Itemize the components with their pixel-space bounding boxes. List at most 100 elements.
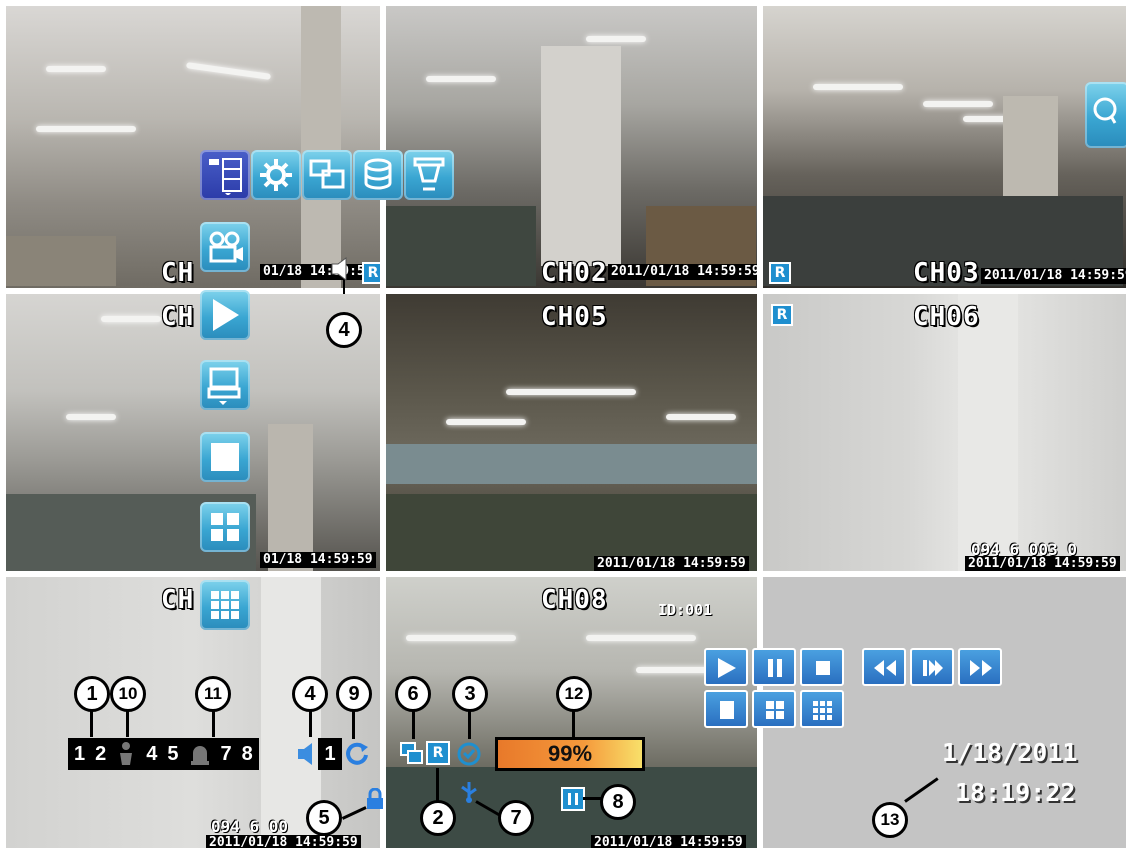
stop-icon xyxy=(816,661,830,675)
camera-grid: CH 01/18 14:59:59 R CH02 2011/01/18 14:5… xyxy=(0,0,1129,851)
callout-leader xyxy=(436,768,439,802)
ceiling-light xyxy=(46,66,106,72)
ceiling-light xyxy=(666,414,736,420)
alarm-bell-icon xyxy=(190,746,209,765)
callout-1: 1 xyxy=(74,676,110,712)
play-icon xyxy=(718,658,736,678)
quad-view-icon xyxy=(211,513,239,541)
menu-camera-button[interactable] xyxy=(200,222,250,272)
callout-3: 3 xyxy=(452,676,488,712)
quad-view-icon xyxy=(766,701,784,719)
callout-leader xyxy=(343,280,345,294)
audio-channel: 1 xyxy=(318,738,342,770)
callout-4: 4 xyxy=(292,676,328,712)
display-icon xyxy=(309,159,345,189)
desk xyxy=(386,206,536,286)
backup-icon xyxy=(207,367,241,405)
timestamp: 2011/01/18 14:59:59 xyxy=(981,268,1126,284)
record-badge: R xyxy=(426,741,450,765)
callout-11: 11 xyxy=(195,676,231,712)
callout-8: 8 xyxy=(600,784,636,820)
search-button[interactable] xyxy=(1085,82,1126,148)
window-row xyxy=(386,444,757,484)
menu-system-button[interactable] xyxy=(200,150,250,200)
pause-button[interactable] xyxy=(752,648,796,686)
video-camera-icon xyxy=(209,231,243,263)
ceiling-light xyxy=(426,76,496,82)
menu-single-view-button[interactable] xyxy=(200,432,250,482)
ceiling-light xyxy=(586,36,646,42)
callout-5: 5 xyxy=(306,800,342,836)
stop-button[interactable] xyxy=(800,648,844,686)
channel-label: CH xyxy=(161,585,195,615)
menu-backup-button[interactable] xyxy=(200,360,250,410)
record-badge: R xyxy=(771,304,793,326)
clock-date: 1/18/2011 xyxy=(942,738,1078,767)
desk xyxy=(6,236,116,286)
sequence-refresh-icon xyxy=(346,742,368,765)
ceiling-light xyxy=(185,62,272,80)
channel-label: CH xyxy=(161,302,195,332)
camera-tile-6[interactable]: R CH06 094 6 003 0 2011/01/18 14:59:59 xyxy=(760,291,1129,574)
channel-status-5: 5 xyxy=(167,742,179,765)
channel-status-2: 2 xyxy=(95,742,107,765)
playback-nine-view-button[interactable] xyxy=(800,690,844,728)
channel-status-8: 8 xyxy=(241,742,253,765)
ceiling-light xyxy=(36,126,136,132)
motion-person-icon xyxy=(120,742,133,765)
ceiling-light xyxy=(101,316,161,322)
backup-progress-text: 99% xyxy=(547,741,593,766)
menu-playback-button[interactable] xyxy=(200,290,250,340)
timestamp: 2011/01/18 14:59:59 xyxy=(608,264,757,280)
ceiling-light xyxy=(446,419,526,425)
play-button[interactable] xyxy=(704,648,748,686)
channel-label: CH xyxy=(161,258,195,288)
menu-ptz-button[interactable] xyxy=(404,150,454,200)
rewind-button[interactable] xyxy=(862,648,906,686)
schedule-clock-icon xyxy=(457,742,481,766)
camera-tile-1[interactable]: CH 01/18 14:59:59 R xyxy=(3,3,383,291)
pillar xyxy=(541,46,621,266)
fast-forward-icon xyxy=(970,660,992,676)
rewind-icon xyxy=(874,660,896,676)
record-badge: R xyxy=(362,262,380,284)
channel-status-1: 1 xyxy=(74,742,86,765)
channel-label: CH06 xyxy=(913,302,980,332)
timestamp: 2011/01/18 14:59:59 xyxy=(594,556,749,571)
ceiling-light xyxy=(506,389,636,395)
audio-speaker-icon xyxy=(298,743,312,765)
callout-9: 9 xyxy=(336,676,372,712)
lock-icon xyxy=(367,788,383,809)
callout-13: 13 xyxy=(872,802,908,838)
callout-12: 12 xyxy=(556,676,592,712)
playback-quad-view-button[interactable] xyxy=(752,690,796,728)
pause-status-icon xyxy=(561,787,585,811)
camera-tile-5[interactable]: CH05 2011/01/18 14:59:59 xyxy=(383,291,760,574)
ceiling-light xyxy=(406,635,516,641)
menu-display-button[interactable] xyxy=(302,150,352,200)
camera-tile-2[interactable]: CH02 2011/01/18 14:59:59 xyxy=(383,3,760,291)
menu-quad-view-button[interactable] xyxy=(200,502,250,552)
ceiling-light xyxy=(923,101,993,107)
playback-single-view-button[interactable] xyxy=(704,690,748,728)
timestamp: 2011/01/18 14:59:59 xyxy=(965,556,1120,571)
playback-icon xyxy=(213,299,239,331)
record-badge: R xyxy=(769,262,791,284)
channel-label: CH08 xyxy=(541,585,608,615)
step-forward-icon xyxy=(923,660,943,676)
step-forward-button[interactable] xyxy=(910,648,954,686)
timestamp: 2011/01/18 14:59:59 xyxy=(206,835,361,848)
backup-progress-bar: 99% xyxy=(495,737,645,771)
menu-storage-button[interactable] xyxy=(353,150,403,200)
ceiling-light xyxy=(813,84,903,90)
channel-status-4: 4 xyxy=(146,742,158,765)
menu-nine-view-button[interactable] xyxy=(200,580,250,630)
callout-7: 7 xyxy=(498,800,534,836)
menu-settings-button[interactable] xyxy=(251,150,301,200)
channel-status-strip: 1 2 4 5 7 8 xyxy=(68,738,259,770)
camera-tile-3[interactable]: R CH03 2011/01/18 14:59:59 xyxy=(760,3,1129,291)
nine-view-icon xyxy=(211,591,239,619)
clock-time: 18:19:22 xyxy=(955,778,1076,807)
ceiling-light xyxy=(586,635,696,641)
fast-forward-button[interactable] xyxy=(958,648,1002,686)
